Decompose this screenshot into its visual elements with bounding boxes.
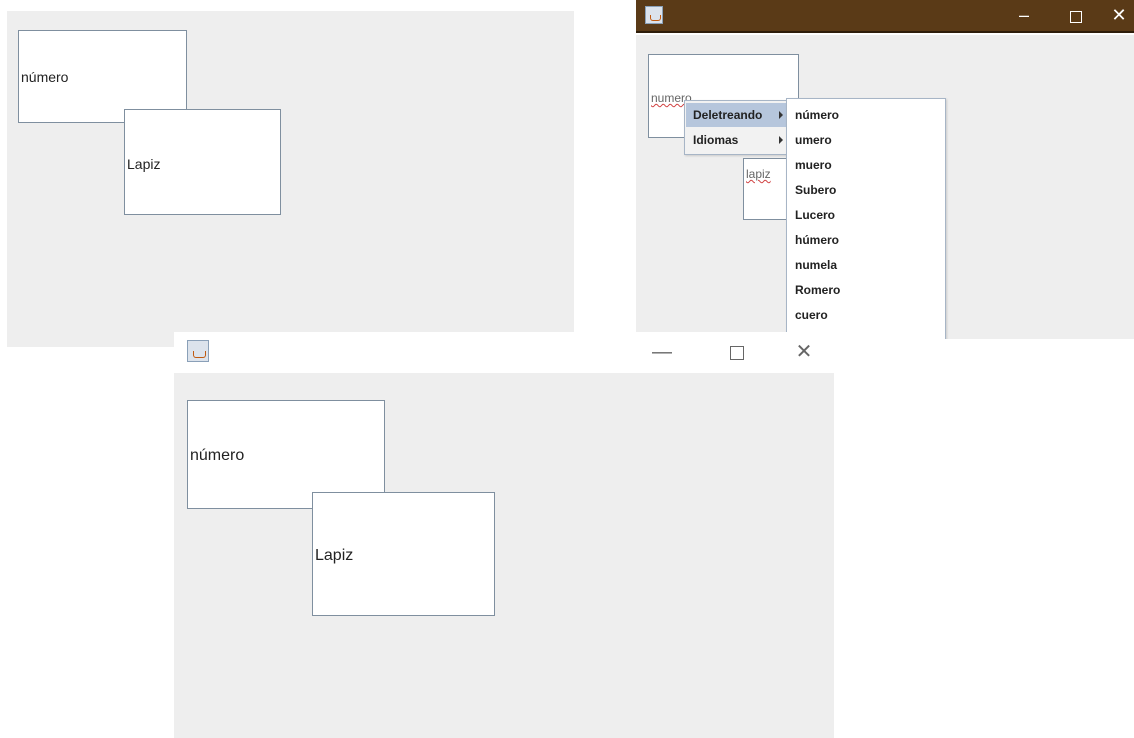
suggestion-label: muero [795,158,832,172]
suggestion-item[interactable]: cuero [788,303,944,327]
close-icon: ✕ [795,341,813,363]
text-area-bottom[interactable]: Lapiz [312,492,495,616]
suggestion-label: húmero [795,233,840,247]
text-area-bottom[interactable]: Lapiz [124,109,281,215]
suggestion-label: Subero [795,183,837,197]
java-app-icon [187,340,209,362]
close-icon: ✕ [1111,5,1127,25]
minimize-button[interactable]: — [644,334,680,370]
menu-item-label: Deletreando [693,108,763,122]
suggestion-item[interactable]: numela [788,253,944,277]
submenu-arrow-icon [779,136,783,144]
suggestion-item[interactable]: muero [788,153,944,177]
window-3: — ✕ número Lapiz [174,332,834,738]
text-area-top-text: número [190,447,245,464]
maximize-icon [1070,11,1082,23]
minimize-icon: – [1018,5,1029,25]
suggestion-item[interactable]: número [788,103,944,127]
maximize-button[interactable] [719,334,755,370]
title-bar[interactable]: — ✕ [174,332,834,373]
suggestion-item[interactable]: umero [788,128,944,152]
minimize-button[interactable]: – [1006,0,1042,33]
text-area-bottom-text: Lapiz [127,156,161,172]
suggestion-label: numela [795,258,838,272]
window-1-content: número Lapiz [7,11,574,347]
maximize-button[interactable] [1058,0,1094,33]
text-area-top-text: número [21,69,69,85]
suggestion-label: Lucero [795,208,836,222]
suggestion-label: umero [795,133,832,147]
suggestion-item[interactable]: húmero [788,228,944,252]
window-2: – ✕ numero lapiz Deletreando Idiomas núm… [636,0,1134,339]
suggestions-submenu: número umero muero Subero Lucero húmero … [786,98,946,339]
java-app-icon [645,6,663,24]
suggestion-label: número [795,108,840,122]
text-area-bottom-text: lapiz [746,167,771,181]
menu-item-label: Idiomas [693,133,739,147]
minimize-icon: — [652,341,672,363]
suggestion-label: cuero [795,308,828,322]
text-area-bottom[interactable]: lapiz [743,158,789,220]
close-button[interactable]: ✕ [786,334,822,370]
menu-item-deletreando[interactable]: Deletreando [686,103,787,127]
submenu-arrow-icon [779,111,783,119]
close-button[interactable]: ✕ [1104,0,1134,33]
title-bar[interactable]: – ✕ [636,0,1134,33]
menu-item-idiomas[interactable]: Idiomas [686,128,787,152]
maximize-icon [730,346,744,360]
suggestion-label: Romero [795,283,841,297]
suggestion-item[interactable]: Lucero [788,203,944,227]
suggestion-item[interactable]: Subero [788,178,944,202]
window-3-content: número Lapiz [174,373,834,738]
text-area-bottom-text: Lapiz [315,547,354,564]
context-menu: Deletreando Idiomas [684,100,788,155]
suggestion-item[interactable]: Romero [788,278,944,302]
